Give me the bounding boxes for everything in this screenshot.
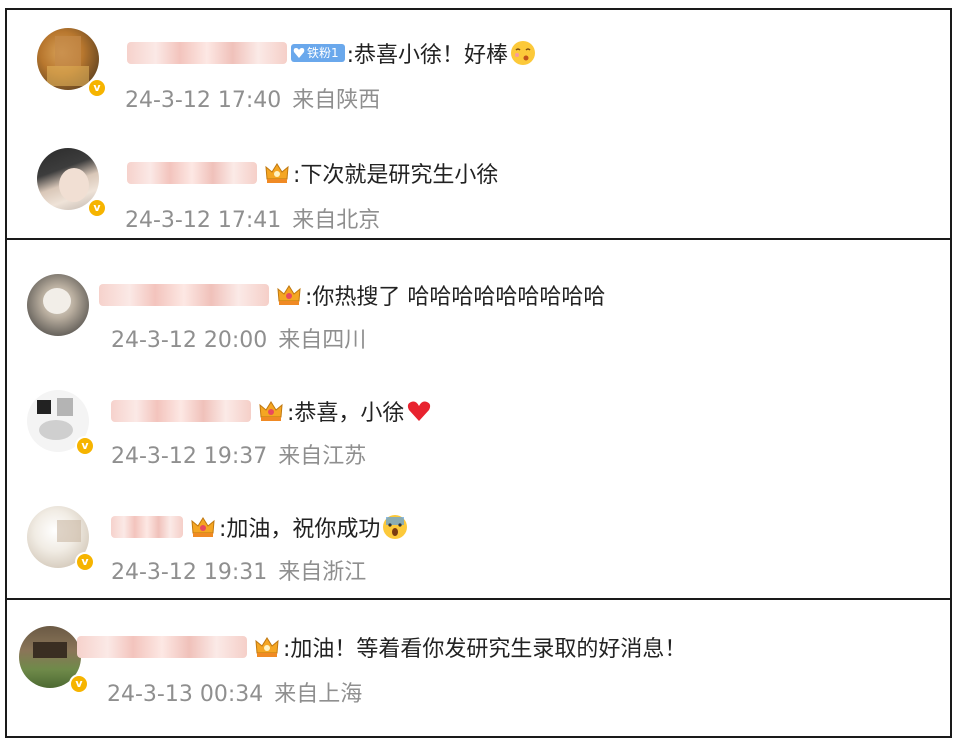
comment-time: 24-3-12 19:31 <box>111 560 268 585</box>
comment-time: 24-3-13 00:34 <box>107 682 264 707</box>
comment-item: v :恭喜，小徐 24-3-12 19:37 来自江苏 <box>7 380 950 480</box>
comment-text: :恭喜，小徐 <box>287 401 405 426</box>
comment-header: :加油！等着看你发研究生录取的好消息！ <box>77 630 686 664</box>
comment-panel-1: v 铁粉1 :恭喜小徐！好棒 24-3-12 17:40 来自陕西 v:下次就… <box>5 8 952 240</box>
comment-header: :你热搜了 哈哈哈哈哈哈哈哈哈 <box>99 278 605 312</box>
username-redacted[interactable] <box>99 284 269 306</box>
username-redacted[interactable] <box>111 400 251 422</box>
comment-time: 24-3-12 17:41 <box>125 208 282 233</box>
comment-text: :下次就是研究生小徐 <box>293 163 499 188</box>
comment-item: v :下次就是研究生小徐 24-3-12 17:41 来自北京 <box>7 136 950 236</box>
comment-meta: 24-3-12 19:31 来自浙江 <box>111 554 366 586</box>
comment-time: 24-3-12 19:37 <box>111 444 268 469</box>
comment-location: 来自北京 <box>292 208 381 233</box>
verified-badge-icon: v <box>87 198 107 218</box>
comment-header: :下次就是研究生小徐 <box>127 156 498 190</box>
fan-badge-heart-icon <box>293 48 305 58</box>
crown-badge-icon <box>259 401 283 421</box>
comment-item: v 铁粉1 :恭喜小徐！好棒 24-3-12 17:40 来自陕西 <box>7 16 950 116</box>
crown-badge-icon <box>277 285 301 305</box>
comment-time: 24-3-12 20:00 <box>111 328 268 353</box>
comment-text: :恭喜小徐！好棒 <box>346 43 509 68</box>
comment-location: 来自四川 <box>278 328 367 353</box>
screaming-face-icon <box>383 515 408 539</box>
comment-header: :恭喜，小徐 <box>111 394 432 428</box>
comment-panel-2: :你热搜了 哈哈哈哈哈哈哈哈哈 24-3-12 20:00 来自四川 v :恭喜… <box>5 238 952 600</box>
comment-panel-3: v :加油！等着看你发研究生录取的好消息！ 24-3-13 00:34 来自上海 <box>5 598 952 738</box>
comment-meta: 24-3-12 17:41 来自北京 <box>125 202 380 234</box>
comment-meta: 24-3-12 17:40 来自陕西 <box>125 82 380 114</box>
comment-meta: 24-3-12 19:37 来自江苏 <box>111 438 366 470</box>
kissing-face-icon <box>511 41 536 65</box>
fan-badge-label: 铁粉1 <box>307 46 339 60</box>
username-redacted[interactable] <box>111 516 183 538</box>
crown-badge-icon <box>191 517 215 537</box>
comment-meta: 24-3-12 20:00 来自四川 <box>111 322 366 354</box>
comment-location: 来自上海 <box>274 682 363 707</box>
comment-text: :加油！等着看你发研究生录取的好消息！ <box>283 637 687 662</box>
comment-time: 24-3-12 17:40 <box>125 88 282 113</box>
username-redacted[interactable] <box>77 636 247 658</box>
comment-text: :加油，祝你成功 <box>219 517 381 542</box>
username-redacted[interactable] <box>127 42 287 64</box>
comment-item: :你热搜了 哈哈哈哈哈哈哈哈哈 24-3-12 20:00 来自四川 <box>7 264 950 364</box>
comment-item: v :加油！等着看你发研究生录取的好消息！ 24-3-13 00:34 来自上海 <box>7 614 950 714</box>
username-redacted[interactable] <box>127 162 257 184</box>
comment-location: 来自江苏 <box>278 444 367 469</box>
comment-header: :加油，祝你成功 <box>111 510 408 544</box>
comment-text: :你热搜了 哈哈哈哈哈哈哈哈哈 <box>305 285 606 310</box>
comment-location: 来自陕西 <box>292 88 381 113</box>
comment-header: 铁粉1 :恭喜小徐！好棒 <box>127 36 536 70</box>
verified-badge-icon: v <box>75 436 95 456</box>
red-heart-icon <box>408 401 431 421</box>
verified-badge-icon: v <box>69 674 89 694</box>
fan-badge[interactable]: 铁粉1 <box>291 44 345 62</box>
comment-meta: 24-3-13 00:34 来自上海 <box>107 676 362 708</box>
crown-badge-icon <box>255 637 279 657</box>
comment-location: 来自浙江 <box>278 560 367 585</box>
verified-badge-icon: v <box>87 78 107 98</box>
verified-badge-icon: v <box>75 552 95 572</box>
crown-badge-icon <box>265 163 289 183</box>
comment-item: v :加油，祝你成功 24-3-12 19:31 来自浙江 <box>7 496 950 596</box>
avatar[interactable] <box>27 274 89 336</box>
